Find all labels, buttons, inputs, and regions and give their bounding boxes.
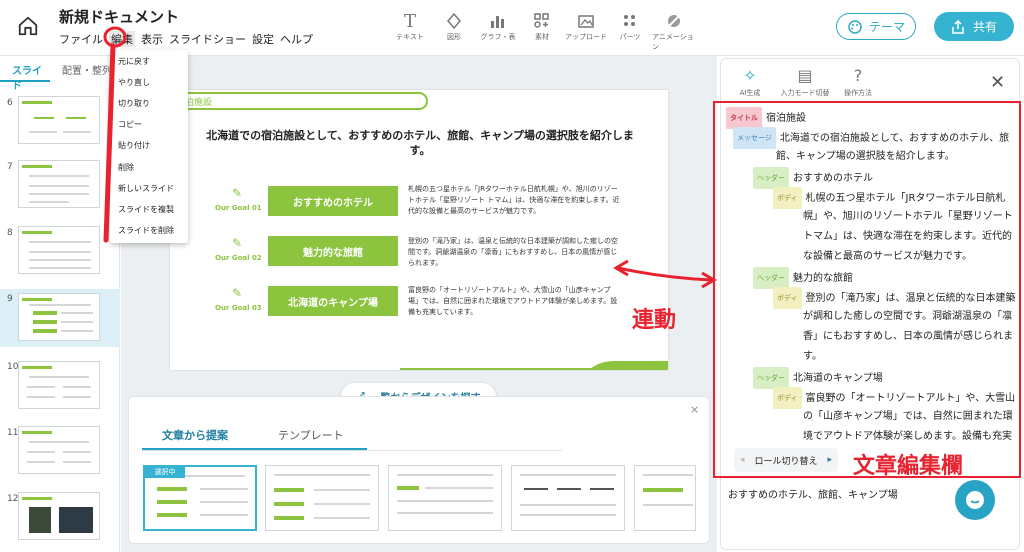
- edit-menu-line: [103, 43, 116, 243]
- annotation-link-label: 連動: [632, 308, 677, 333]
- edit-menu-circle: [103, 26, 127, 48]
- annotation-editor-label: 文章編集欄: [853, 454, 964, 479]
- link-arrow: [617, 266, 713, 282]
